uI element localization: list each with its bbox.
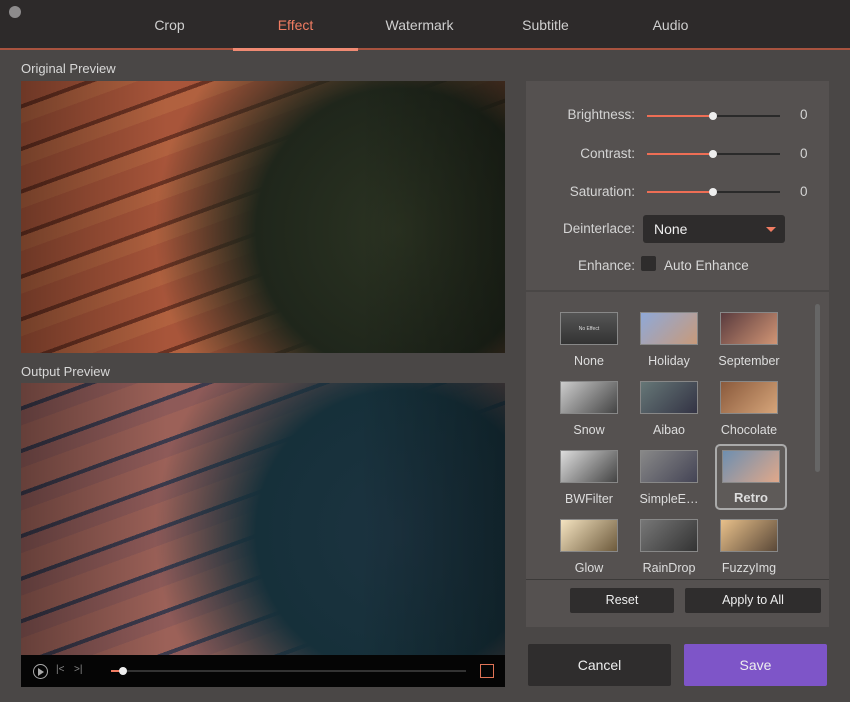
brightness-slider[interactable] xyxy=(647,112,780,120)
brightness-label: Brightness: xyxy=(567,107,635,122)
previous-frame-icon[interactable]: |< xyxy=(56,664,64,675)
original-preview-image xyxy=(21,81,505,353)
saturation-slider[interactable] xyxy=(647,188,780,196)
tab-crop[interactable]: Crop xyxy=(107,17,232,33)
effect-label: Holiday xyxy=(648,354,690,368)
effect-label: FuzzyImg xyxy=(721,561,777,575)
effect-glow[interactable]: Glow xyxy=(553,519,625,575)
effect-thumbnail xyxy=(640,519,698,552)
effect-thumbnail xyxy=(640,450,698,483)
enhance-label: Enhance: xyxy=(577,258,635,273)
chevron-down-icon xyxy=(766,227,776,232)
effect-label: RainDrop xyxy=(642,561,696,575)
effect-label: Retro xyxy=(734,490,768,505)
deinterlace-value: None xyxy=(654,221,688,237)
contrast-value: 0 xyxy=(800,146,808,161)
effect-thumbnail xyxy=(722,450,780,483)
effect-thumbnail xyxy=(560,519,618,552)
effect-simplee[interactable]: SimpleE… xyxy=(633,450,705,506)
effect-bwfilter[interactable]: BWFilter xyxy=(553,450,625,506)
output-preview-image xyxy=(21,383,505,655)
effect-raindrop[interactable]: RainDrop xyxy=(633,519,705,575)
brightness-value: 0 xyxy=(800,107,808,122)
deinterlace-select[interactable]: None xyxy=(643,215,785,243)
save-button[interactable]: Save xyxy=(684,644,827,686)
saturation-label: Saturation: xyxy=(569,184,635,199)
adjust-panel: Brightness: 0 Contrast: 0 Saturation: 0 … xyxy=(526,81,829,290)
effect-thumbnail xyxy=(720,381,778,414)
effects-panel: No Effect None Holiday September Snow Aibao Ch… xyxy=(526,292,829,627)
contrast-slider[interactable] xyxy=(647,150,780,158)
effect-label: Chocolate xyxy=(720,423,778,437)
cancel-button[interactable]: Cancel xyxy=(528,644,671,686)
deinterlace-label: Deinterlace: xyxy=(562,221,635,236)
auto-enhance-label: Auto Enhance xyxy=(664,258,749,273)
original-preview-label: Original Preview xyxy=(21,61,116,76)
effect-thumbnail: No Effect xyxy=(560,312,618,345)
effect-aibao[interactable]: Aibao xyxy=(633,381,705,437)
effect-fuzzyimg[interactable]: FuzzyImg xyxy=(713,519,785,575)
effect-label: Glow xyxy=(574,561,604,575)
effect-label: Snow xyxy=(573,423,605,437)
player-controls: |< >| xyxy=(21,655,505,687)
apply-to-all-button[interactable]: Apply to All xyxy=(685,588,821,613)
effect-thumbnail xyxy=(720,312,778,345)
contrast-label: Contrast: xyxy=(580,146,635,161)
effect-thumbnail xyxy=(560,381,618,414)
effect-thumbnail xyxy=(720,519,778,552)
fullscreen-icon[interactable] xyxy=(480,664,494,678)
effect-label: September xyxy=(718,354,780,368)
tab-audio[interactable]: Audio xyxy=(608,17,733,33)
effects-scrollbar[interactable] xyxy=(815,304,820,472)
seek-slider[interactable] xyxy=(111,667,466,675)
effect-holiday[interactable]: Holiday xyxy=(633,312,705,368)
output-preview-label: Output Preview xyxy=(21,364,110,379)
effect-thumbnail xyxy=(560,450,618,483)
tab-subtitle[interactable]: Subtitle xyxy=(483,17,608,33)
auto-enhance-checkbox[interactable] xyxy=(641,256,656,271)
tab-bar: Crop Effect Watermark Subtitle Audio xyxy=(0,0,850,51)
effect-none[interactable]: No Effect None xyxy=(553,312,625,368)
next-frame-icon[interactable]: >| xyxy=(74,664,82,675)
effect-label: BWFilter xyxy=(565,492,613,506)
effect-label: SimpleE… xyxy=(639,492,699,506)
play-icon[interactable] xyxy=(33,664,48,679)
effect-thumbnail xyxy=(640,381,698,414)
effect-label: None xyxy=(574,354,604,368)
effect-september[interactable]: September xyxy=(713,312,785,368)
effect-thumbnail xyxy=(640,312,698,345)
effect-retro[interactable]: Retro xyxy=(715,444,787,510)
tab-effect[interactable]: Effect xyxy=(233,17,358,33)
window-close-button[interactable] xyxy=(9,6,21,18)
effect-snow[interactable]: Snow xyxy=(553,381,625,437)
reset-button[interactable]: Reset xyxy=(570,588,674,613)
tab-watermark[interactable]: Watermark xyxy=(357,17,482,33)
saturation-value: 0 xyxy=(800,184,808,199)
active-tab-indicator xyxy=(233,48,358,51)
effect-label: Aibao xyxy=(653,423,685,437)
effect-chocolate[interactable]: Chocolate xyxy=(713,381,785,437)
